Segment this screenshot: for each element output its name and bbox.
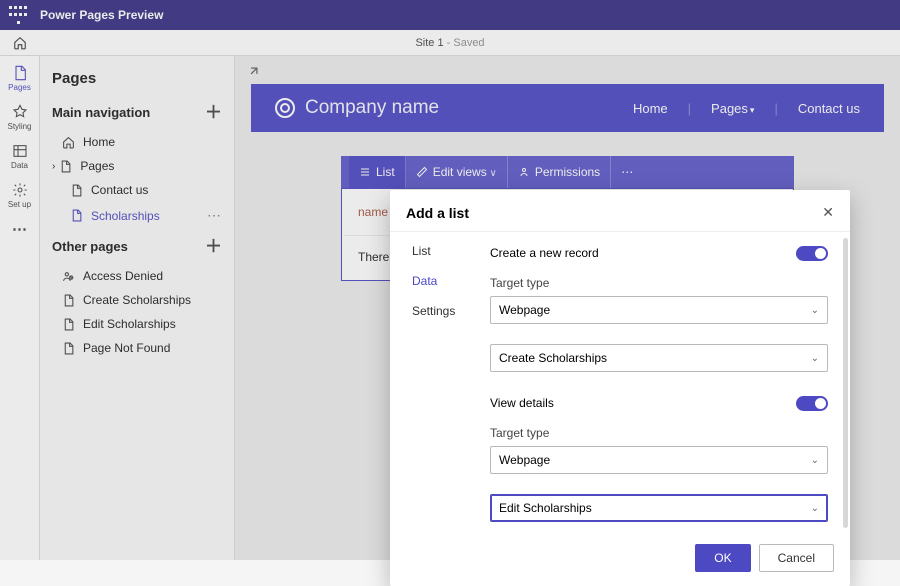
target-type-1-label: Target type: [490, 276, 828, 290]
edit-page-select[interactable]: Edit Scholarships⌄: [490, 494, 828, 522]
hero-nav-home[interactable]: Home: [633, 101, 668, 116]
rail-more[interactable]: ⋯: [12, 218, 27, 238]
pages-sidebar: Pages Main navigation ＋ Home › Pages Con…: [40, 56, 235, 560]
view-details-label: View details: [490, 396, 554, 410]
target-type-2-select[interactable]: Webpage⌄: [490, 446, 828, 474]
sidebar-title: Pages: [40, 56, 234, 97]
brand-bar: Power Pages Preview: [0, 0, 900, 30]
main-navigation-section: Main navigation ＋: [40, 97, 234, 128]
rail-setup[interactable]: Set up: [3, 179, 37, 212]
nav-pages[interactable]: › Pages: [40, 154, 234, 178]
toolbar-edit-views[interactable]: Edit views: [406, 156, 508, 188]
add-page-other-button[interactable]: ＋: [205, 241, 222, 253]
nav-edit-scholarships[interactable]: Edit Scholarships: [40, 312, 234, 336]
site-header: Company name Home | Pages | Contact us: [251, 84, 884, 132]
rail-data[interactable]: Data: [3, 140, 37, 173]
toolbar-permissions[interactable]: Permissions: [508, 156, 611, 188]
chevron-right-icon: ›: [52, 161, 55, 172]
rail-styling[interactable]: Styling: [3, 101, 37, 134]
expand-icon[interactable]: [247, 64, 261, 83]
modal-tabs: List Data Settings: [390, 242, 490, 522]
site-title: Company name: [305, 97, 439, 119]
view-details-toggle[interactable]: [796, 396, 828, 411]
other-pages-section: Other pages ＋: [40, 231, 234, 262]
toolbar-more-icon[interactable]: ⋯: [611, 165, 643, 179]
modal-form: Create a new record Target type Webpage⌄…: [490, 242, 850, 522]
hero-nav-pages[interactable]: Pages: [711, 101, 754, 116]
tab-list[interactable]: List: [412, 244, 490, 258]
nav-home[interactable]: Home: [40, 130, 234, 154]
brand-title: Power Pages Preview: [40, 8, 163, 22]
nav-access-denied[interactable]: Access Denied: [40, 264, 234, 288]
nav-scholarships[interactable]: Scholarships ⋯: [40, 202, 234, 229]
create-page-select[interactable]: Create Scholarships⌄: [490, 344, 828, 372]
modal-scrollbar[interactable]: [843, 238, 848, 528]
modal-title: Add a list: [406, 205, 469, 221]
tab-data[interactable]: Data: [412, 274, 490, 288]
site-name-label: Site 1 - Saved: [415, 37, 484, 49]
toolbar-list[interactable]: List: [349, 156, 406, 188]
close-icon[interactable]: ✕: [822, 204, 834, 221]
create-new-record-label: Create a new record: [490, 246, 599, 260]
nav-page-not-found[interactable]: Page Not Found: [40, 336, 234, 360]
nav-create-scholarships[interactable]: Create Scholarships: [40, 288, 234, 312]
hero-nav-contact[interactable]: Contact us: [798, 101, 860, 116]
page-more-icon[interactable]: ⋯: [207, 207, 222, 224]
list-toolbar: List Edit views Permissions ⋯: [341, 156, 794, 188]
nav-contact-us[interactable]: Contact us: [40, 178, 234, 202]
add-page-main-button[interactable]: ＋: [205, 107, 222, 119]
create-new-record-toggle[interactable]: [796, 246, 828, 261]
target-type-2-label: Target type: [490, 426, 828, 440]
tab-settings[interactable]: Settings: [412, 304, 490, 318]
cancel-button[interactable]: Cancel: [759, 544, 834, 572]
ok-button[interactable]: OK: [695, 544, 750, 572]
rail-pages[interactable]: Pages: [3, 62, 37, 95]
left-rail: Pages Styling Data Set up ⋯: [0, 56, 40, 560]
target-type-1-select[interactable]: Webpage⌄: [490, 296, 828, 324]
site-logo-icon: [275, 98, 295, 118]
home-icon[interactable]: [13, 36, 27, 50]
add-list-modal: Add a list ✕ List Data Settings Create a…: [390, 190, 850, 586]
secondary-bar: Site 1 - Saved: [0, 30, 900, 56]
app-launcher-icon[interactable]: [8, 5, 28, 25]
